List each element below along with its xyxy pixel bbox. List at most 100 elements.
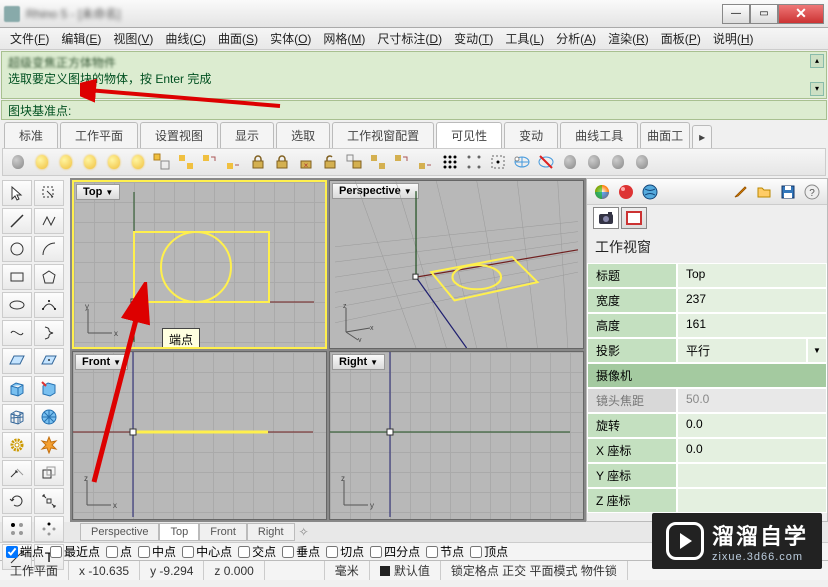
curve-interp-tool[interactable]: [2, 320, 32, 346]
toolbar-tab-overflow[interactable]: ▸: [692, 125, 712, 148]
solid-edit-tool[interactable]: [34, 376, 64, 402]
dim-light-icon-2[interactable]: [583, 151, 605, 173]
light-on-icon-3[interactable]: ×: [79, 151, 101, 173]
osnap-5[interactable]: 交点: [236, 543, 278, 560]
menu-t[interactable]: 变动(T): [448, 28, 499, 49]
toolbar-tab-9[interactable]: 曲面工: [640, 122, 690, 148]
mesh-tool[interactable]: [2, 404, 32, 430]
viewport-right[interactable]: Right▼ yz: [329, 351, 584, 520]
lasso-tool[interactable]: [34, 180, 64, 206]
osnap-7[interactable]: 切点: [324, 543, 366, 560]
layer-lightbulb-icon[interactable]: [151, 151, 173, 173]
status-layer[interactable]: 默认值: [370, 561, 441, 580]
red-ball-icon[interactable]: [617, 183, 635, 201]
osnap-3[interactable]: 中点: [136, 543, 178, 560]
menu-s[interactable]: 曲面(S): [212, 28, 264, 49]
osnap-0[interactable]: 端点: [4, 543, 46, 560]
prop-width-val[interactable]: 237: [677, 288, 827, 313]
viewport-front[interactable]: Front▼ xz: [72, 351, 327, 520]
osnap-8[interactable]: 四分点: [368, 543, 422, 560]
lock-layer-icon[interactable]: [343, 151, 365, 173]
osnap-9[interactable]: 节点: [424, 543, 466, 560]
toolbar-tab-2[interactable]: 设置视图: [140, 122, 218, 148]
osnap-2[interactable]: 点: [104, 543, 134, 560]
toolbar-tab-6[interactable]: 可见性: [436, 122, 502, 148]
menu-m[interactable]: 网格(M): [317, 28, 371, 49]
osnap-6[interactable]: 垂点: [280, 543, 322, 560]
lock-icon-2[interactable]: [271, 151, 293, 173]
lock-x-icon[interactable]: ×: [295, 151, 317, 173]
menu-p[interactable]: 面板(P): [655, 28, 707, 49]
lock-match-icon[interactable]: [367, 151, 389, 173]
lock-icon[interactable]: [247, 151, 269, 173]
line-tool[interactable]: [2, 208, 32, 234]
add-viewport-tab[interactable]: ✧: [295, 525, 313, 539]
command-prompt-line2[interactable]: 图块基准点:: [2, 100, 77, 121]
toolbar-tab-3[interactable]: 显示: [220, 122, 274, 148]
menu-l[interactable]: 工具(L): [499, 28, 550, 49]
menu-d[interactable]: 尺寸标注(D): [371, 28, 448, 49]
menu-a[interactable]: 分析(A): [550, 28, 602, 49]
ellipse-tool[interactable]: [2, 292, 32, 318]
viewport-perspective[interactable]: Perspective▼: [329, 180, 584, 349]
maximize-button[interactable]: ▭: [750, 4, 778, 24]
toolbar-tab-8[interactable]: 曲线工具: [560, 122, 638, 148]
prop-projection-dropdown[interactable]: ▼: [807, 338, 827, 363]
toolbar-tab-4[interactable]: 选取: [276, 122, 330, 148]
prop-height-val[interactable]: 161: [677, 313, 827, 338]
status-modes[interactable]: 锁定格点 正交 平面模式 物件锁: [441, 561, 628, 580]
circle-tool[interactable]: [2, 236, 32, 262]
globe-icon[interactable]: [641, 183, 659, 201]
gear-tool[interactable]: [2, 432, 32, 458]
view-tab-right[interactable]: Right: [247, 523, 295, 541]
light-on-icon[interactable]: [31, 151, 53, 173]
history-scroll-up[interactable]: ▴: [810, 54, 824, 68]
status-unit[interactable]: 毫米: [325, 561, 370, 580]
dim-light-icon-3[interactable]: [607, 151, 629, 173]
view-tab-top[interactable]: Top: [159, 523, 199, 541]
folder-icon[interactable]: [755, 183, 773, 201]
prop-projection-val[interactable]: 平行: [677, 338, 807, 363]
prop-y-val[interactable]: [677, 463, 827, 488]
curve-tool[interactable]: [34, 292, 64, 318]
menu-r[interactable]: 渲染(R): [602, 28, 655, 49]
polyline-tool[interactable]: [34, 208, 64, 234]
dim-light-icon[interactable]: [559, 151, 581, 173]
points-on-icon[interactable]: [439, 151, 461, 173]
prop-rotation-val[interactable]: 0.0: [677, 413, 827, 438]
rotate-tool[interactable]: [2, 488, 32, 514]
rectangle-tool[interactable]: [2, 264, 32, 290]
polygon-tool[interactable]: [34, 264, 64, 290]
menu-f[interactable]: 文件(F): [4, 28, 55, 49]
toolbar-tab-5[interactable]: 工作视窗配置: [332, 122, 434, 148]
toolbar-tab-7[interactable]: 变动: [504, 122, 558, 148]
surface-tool[interactable]: [2, 348, 32, 374]
swap-icon-2[interactable]: [223, 151, 245, 173]
show-isoparm-icon[interactable]: [511, 151, 533, 173]
helix-tool[interactable]: [34, 320, 64, 346]
array-polar-tool[interactable]: [34, 516, 64, 542]
points-filter-icon[interactable]: [487, 151, 509, 173]
box-tool[interactable]: [2, 376, 32, 402]
unlock-icon[interactable]: [319, 151, 341, 173]
view-tab-front[interactable]: Front: [199, 523, 247, 541]
menu-h[interactable]: 说明(H): [707, 28, 760, 49]
array-rect-tool[interactable]: [2, 516, 32, 542]
toolbar-tab-1[interactable]: 工作平面: [60, 122, 138, 148]
help-icon[interactable]: ?: [803, 183, 821, 201]
menu-e[interactable]: 编辑(E): [55, 28, 107, 49]
light-on-icon-4[interactable]: [103, 151, 125, 173]
prop-z-val[interactable]: [677, 488, 827, 513]
prop-title-val[interactable]: Top: [677, 263, 827, 288]
osnap-4[interactable]: 中心点: [180, 543, 234, 560]
toolbar-tab-0[interactable]: 标准: [4, 122, 58, 148]
menu-c[interactable]: 曲线(C): [159, 28, 212, 49]
lock-swap-icon-2[interactable]: [415, 151, 437, 173]
osnap-1[interactable]: 最近点: [48, 543, 102, 560]
scale-tool[interactable]: [34, 488, 64, 514]
light-on-icon-5[interactable]: [127, 151, 149, 173]
status-workplane[interactable]: 工作平面: [0, 561, 69, 580]
save-icon[interactable]: [779, 183, 797, 201]
surface-edit-tool[interactable]: [34, 348, 64, 374]
match-icon[interactable]: [175, 151, 197, 173]
